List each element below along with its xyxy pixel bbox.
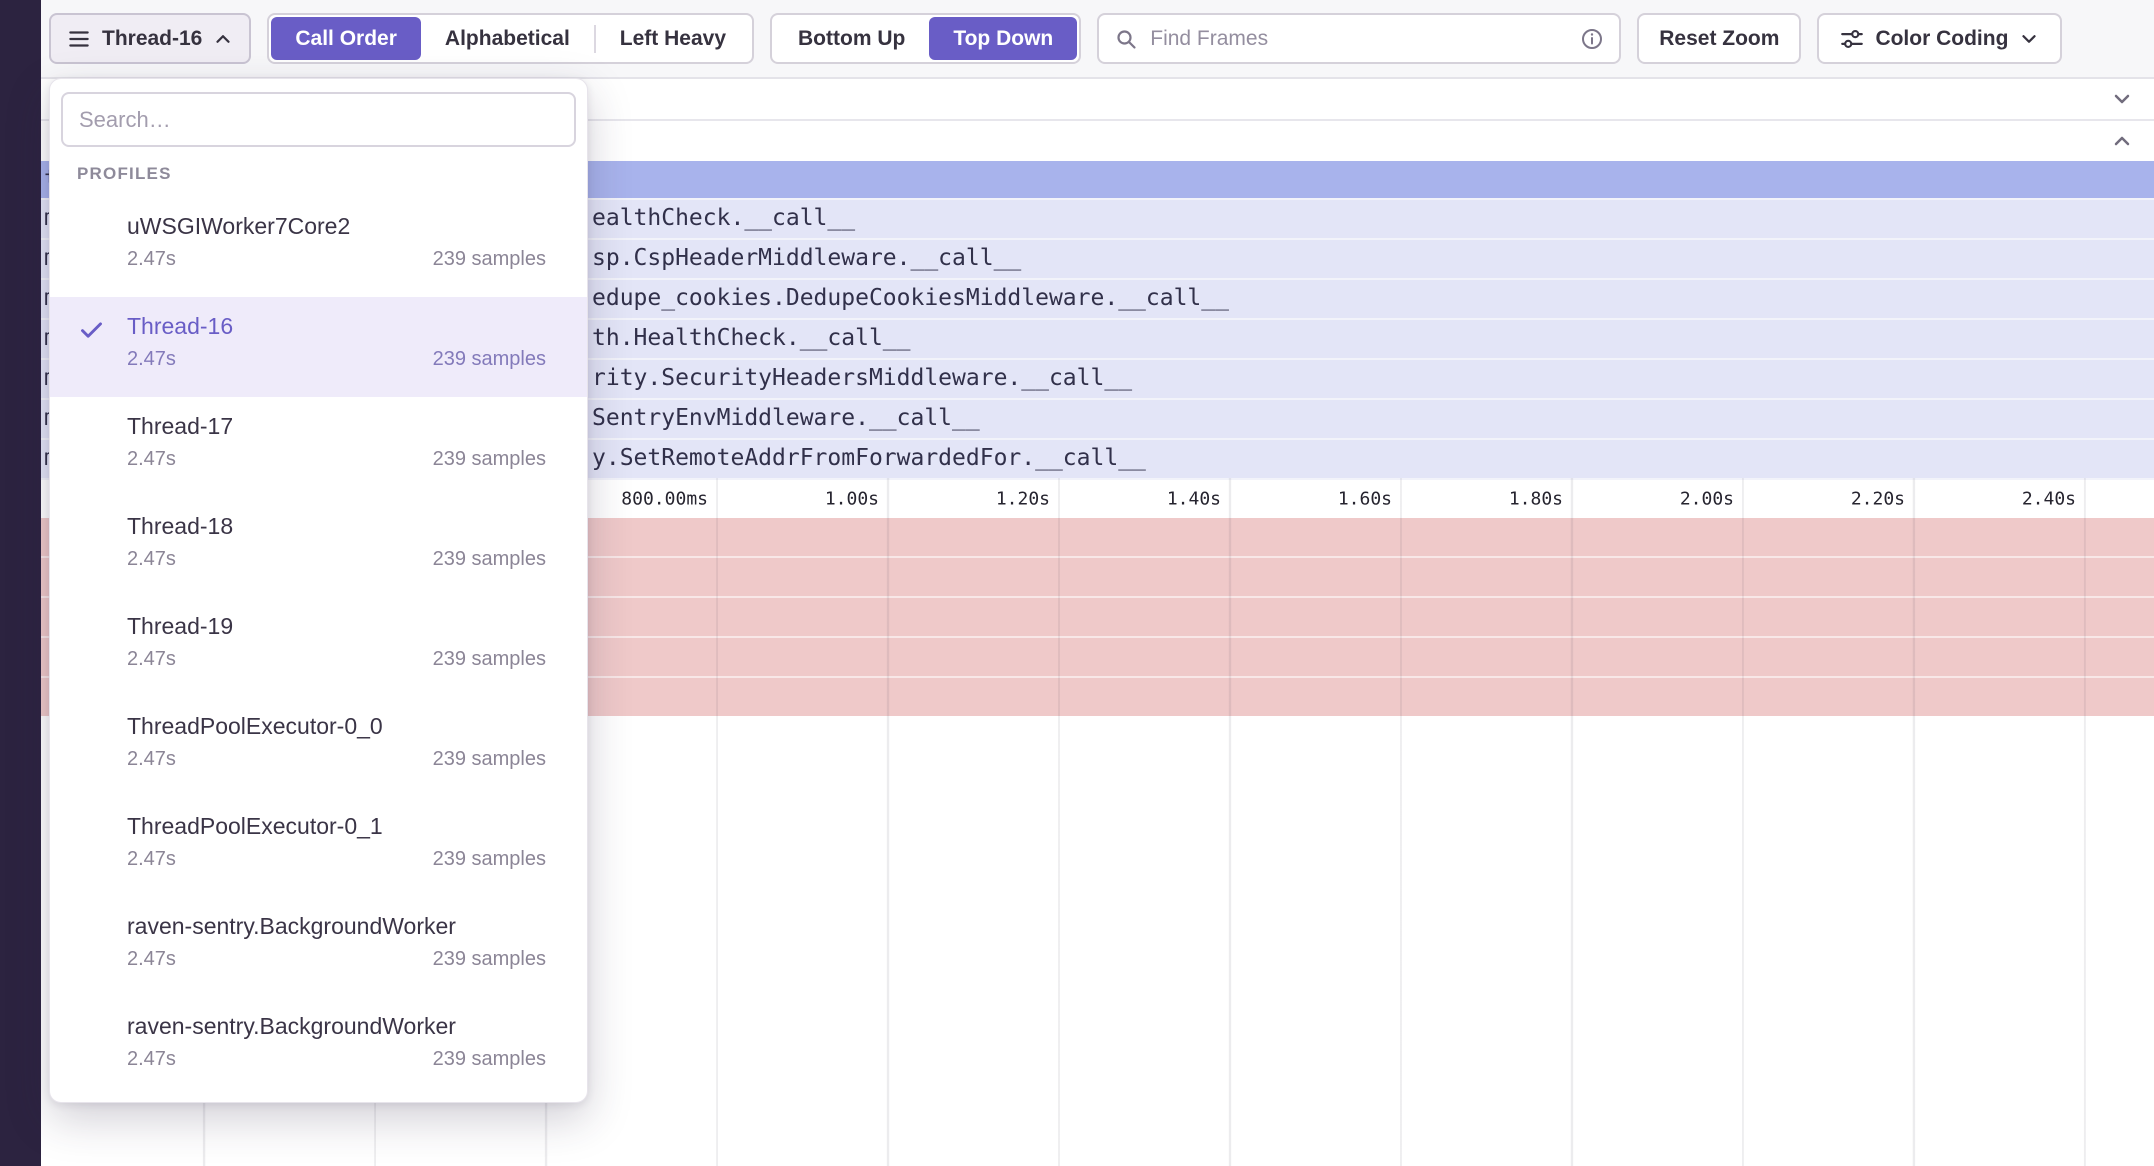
thread-option[interactable]: Thread-18 2.47s 239 samples — [50, 497, 587, 597]
sort-option-call-order[interactable]: Call Order — [271, 17, 421, 60]
time-tick: 2.00s — [1584, 489, 1734, 510]
thread-list: uWSGIWorker7Core2 2.47s 239 samples Threa… — [50, 197, 587, 1097]
direction-segmented-control: Bottom Up Top Down — [770, 13, 1081, 64]
check-icon — [78, 316, 105, 343]
thread-samples: 239 samples — [433, 548, 546, 571]
thread-option[interactable]: raven-sentry.BackgroundWorker 2.47s 239 s… — [50, 897, 587, 997]
thread-samples: 239 samples — [433, 348, 546, 371]
thread-samples: 239 samples — [433, 448, 546, 471]
profiler-screen: Thread-16 Call Order Alphabetical Left H… — [0, 0, 2154, 1166]
thread-name: raven-sentry.BackgroundWorker — [127, 1013, 546, 1040]
time-tick: 1.00s — [729, 489, 879, 510]
thread-name: Thread-19 — [127, 613, 546, 640]
time-tick: 1.80s — [1413, 489, 1563, 510]
thread-duration: 2.47s — [127, 748, 176, 771]
frame-label: edupe_cookies.DedupeCookiesMiddleware.__… — [592, 285, 1229, 311]
thread-option[interactable]: Thread-17 2.47s 239 samples — [50, 397, 587, 497]
thread-name: Thread-16 — [127, 313, 546, 340]
dropdown-search — [61, 92, 576, 147]
chevron-down-icon[interactable] — [2110, 87, 2134, 111]
frame-label: rity.SecurityHeadersMiddleware.__call__ — [592, 365, 1132, 391]
thread-name: Thread-17 — [127, 413, 546, 440]
thread-option[interactable]: raven-sentry.BackgroundWorker 2.47s 239 s… — [50, 997, 587, 1097]
thread-duration: 2.47s — [127, 848, 176, 871]
thread-duration: 2.47s — [127, 248, 176, 271]
thread-samples: 239 samples — [433, 748, 546, 771]
flamegraph-toolbar: Thread-16 Call Order Alphabetical Left H… — [41, 0, 2154, 79]
search-icon — [1114, 27, 1138, 51]
thread-name: ThreadPoolExecutor-0_1 — [127, 813, 546, 840]
thread-name: uWSGIWorker7Core2 — [127, 213, 546, 240]
frame-label: SentryEnvMiddleware.__call__ — [592, 405, 980, 431]
time-tick: 2.40s — [1926, 489, 2076, 510]
thread-name: raven-sentry.BackgroundWorker — [127, 913, 546, 940]
thread-duration: 2.47s — [127, 348, 176, 371]
list-icon — [66, 26, 92, 52]
color-coding-button[interactable]: Color Coding — [1817, 13, 2062, 64]
sliders-icon — [1839, 26, 1865, 52]
thread-selector-button[interactable]: Thread-16 — [49, 13, 251, 64]
thread-option-selected[interactable]: Thread-16 2.47s 239 samples — [50, 297, 587, 397]
thread-option[interactable]: Thread-19 2.47s 239 samples — [50, 597, 587, 697]
find-frames-search — [1097, 13, 1621, 64]
frame-label: sp.CspHeaderMiddleware.__call__ — [592, 245, 1021, 271]
sort-option-alphabetical[interactable]: Alphabetical — [421, 17, 594, 60]
reset-zoom-button[interactable]: Reset Zoom — [1637, 13, 1801, 64]
chevron-up-icon[interactable] — [2110, 129, 2134, 153]
frame-label: y.SetRemoteAddrFromForwardedFor.__call__ — [592, 445, 1146, 471]
thread-selector-dropdown: PROFILES uWSGIWorker7Core2 2.47s 239 samp… — [49, 78, 588, 1103]
chevron-up-icon — [212, 28, 234, 50]
dropdown-search-input[interactable] — [79, 107, 558, 133]
info-icon[interactable] — [1580, 27, 1604, 51]
chevron-down-icon — [2018, 28, 2040, 50]
app-sidebar-strip — [0, 0, 41, 1166]
direction-option-top-down[interactable]: Top Down — [929, 17, 1077, 60]
thread-name: Thread-18 — [127, 513, 546, 540]
thread-duration: 2.47s — [127, 448, 176, 471]
time-tick: 1.40s — [1071, 489, 1221, 510]
sort-option-left-heavy[interactable]: Left Heavy — [596, 17, 750, 60]
frame-label: ealthCheck.__call__ — [592, 205, 855, 231]
profiles-section-label: PROFILES — [77, 164, 587, 184]
thread-duration: 2.47s — [127, 648, 176, 671]
sort-segmented-control: Call Order Alphabetical Left Heavy — [267, 13, 754, 64]
find-frames-input[interactable] — [1150, 27, 1568, 51]
thread-samples: 239 samples — [433, 648, 546, 671]
thread-duration: 2.47s — [127, 548, 176, 571]
thread-option[interactable]: ThreadPoolExecutor-0_1 2.47s 239 samples — [50, 797, 587, 897]
time-tick: 1.20s — [900, 489, 1050, 510]
thread-selector-label: Thread-16 — [102, 27, 202, 51]
frame-label: th.HealthCheck.__call__ — [592, 325, 911, 351]
thread-option[interactable]: uWSGIWorker7Core2 2.47s 239 samples — [50, 197, 587, 297]
color-coding-label: Color Coding — [1875, 27, 2008, 51]
thread-samples: 239 samples — [433, 248, 546, 271]
thread-samples: 239 samples — [433, 1048, 546, 1071]
thread-samples: 239 samples — [433, 848, 546, 871]
thread-duration: 2.47s — [127, 948, 176, 971]
thread-duration: 2.47s — [127, 1048, 176, 1071]
thread-samples: 239 samples — [433, 948, 546, 971]
time-tick: 1.60s — [1242, 489, 1392, 510]
direction-option-bottom-up[interactable]: Bottom Up — [774, 17, 929, 60]
thread-option[interactable]: ThreadPoolExecutor-0_0 2.47s 239 samples — [50, 697, 587, 797]
thread-name: ThreadPoolExecutor-0_0 — [127, 713, 546, 740]
time-tick: 2.20s — [1755, 489, 1905, 510]
